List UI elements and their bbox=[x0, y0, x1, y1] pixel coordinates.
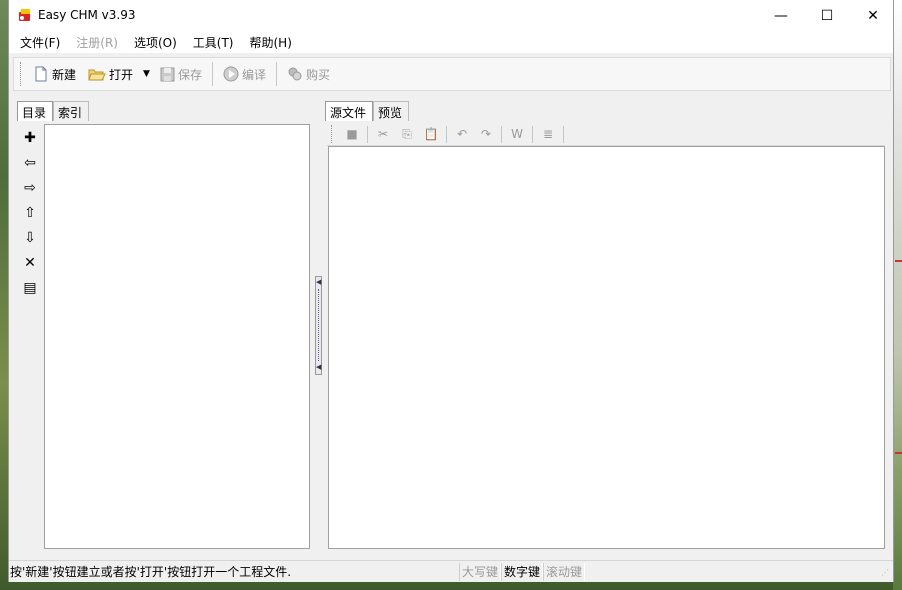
title-bar: Easy CHM v3.93 — ☐ ✕ bbox=[9, 0, 893, 31]
add-icon: ✚ bbox=[24, 129, 36, 146]
open-button[interactable]: 打开 bbox=[84, 61, 137, 87]
collapse-right-icon[interactable]: ◀ bbox=[316, 364, 321, 371]
app-logo-icon bbox=[19, 9, 30, 21]
minimize-icon: — bbox=[774, 7, 788, 24]
toolbar-grip[interactable] bbox=[20, 62, 23, 86]
source-editor[interactable] bbox=[328, 146, 885, 549]
contents-tree[interactable] bbox=[44, 124, 310, 549]
properties-icon: ▤ bbox=[23, 279, 37, 296]
panel-splitter[interactable]: ◀ ◀ bbox=[315, 276, 322, 375]
undo-icon: ↶ bbox=[456, 127, 468, 141]
editor-toolbar-grip[interactable] bbox=[331, 125, 334, 143]
cut-icon: ✂ bbox=[377, 127, 389, 141]
editor-toolbar: ■ ✂ ⎘ 📋 ↶ ↷ W ≣ bbox=[327, 123, 885, 146]
close-button[interactable]: ✕ bbox=[850, 0, 896, 31]
close-icon: ✕ bbox=[867, 7, 879, 24]
copy-button[interactable]: ⎘ bbox=[395, 124, 419, 144]
toolbar-separator bbox=[563, 125, 564, 143]
compile-icon bbox=[223, 66, 239, 82]
arrow-up-icon: ⇧ bbox=[24, 204, 36, 221]
status-bar: 按'新建'按钮建立或者按'打开'按钮打开一个工程文件. 大写键 数字键 滚动键 … bbox=[9, 560, 893, 582]
left-tabs: 目录 索引 bbox=[17, 101, 90, 121]
format-icon: ≣ bbox=[542, 127, 554, 141]
move-up-button[interactable]: ⇧ bbox=[19, 200, 41, 225]
new-button-label: 新建 bbox=[52, 67, 77, 82]
menu-help[interactable]: 帮助(H) bbox=[245, 34, 297, 51]
delete-topic-button[interactable]: ✕ bbox=[19, 250, 41, 275]
main-toolbar: 新建 打开 ▼ 保存 编译 购买 bbox=[13, 57, 891, 91]
move-down-button[interactable]: ⇩ bbox=[19, 225, 41, 250]
redo-button[interactable]: ↷ bbox=[474, 124, 498, 144]
buy-button-label: 购买 bbox=[305, 67, 330, 82]
save-icon bbox=[160, 67, 175, 81]
desktop-background bbox=[893, 0, 902, 590]
collapse-left-icon[interactable]: ◀ bbox=[316, 279, 321, 286]
arrow-down-icon: ⇩ bbox=[24, 229, 36, 246]
format-button[interactable]: ≣ bbox=[536, 124, 560, 144]
scroll-lock-indicator: 滚动键 bbox=[543, 562, 586, 581]
save-button[interactable]: 保存 bbox=[156, 61, 206, 87]
tab-preview[interactable]: 预览 bbox=[373, 101, 410, 121]
topic-properties-button[interactable]: ▤ bbox=[19, 275, 41, 300]
move-left-button[interactable]: ⇦ bbox=[19, 150, 41, 175]
window-title: Easy CHM v3.93 bbox=[38, 8, 136, 22]
status-message: 按'新建'按钮建立或者按'打开'按钮打开一个工程文件. bbox=[10, 565, 292, 579]
arrow-right-icon: ⇨ bbox=[24, 179, 36, 196]
word-wrap-button[interactable]: W bbox=[505, 124, 529, 144]
open-folder-icon bbox=[88, 69, 106, 81]
move-right-button[interactable]: ⇨ bbox=[19, 175, 41, 200]
tab-contents[interactable]: 目录 bbox=[17, 101, 54, 121]
splitter-grip bbox=[318, 289, 319, 361]
menu-register[interactable]: 注册(R) bbox=[71, 34, 123, 51]
undo-button[interactable]: ↶ bbox=[450, 124, 474, 144]
toolbar-separator bbox=[367, 125, 368, 143]
app-window: Easy CHM v3.93 — ☐ ✕ 文件(F) 注册(R) 选项(O) 工… bbox=[8, 0, 894, 582]
cut-button[interactable]: ✂ bbox=[371, 124, 395, 144]
num-lock-indicator: 数字键 bbox=[501, 562, 544, 581]
menu-file[interactable]: 文件(F) bbox=[15, 34, 65, 51]
open-button-label: 打开 bbox=[109, 67, 134, 82]
right-tabs: 源文件 预览 bbox=[325, 101, 410, 121]
maximize-icon: ☐ bbox=[820, 7, 834, 24]
redo-icon: ↷ bbox=[480, 127, 492, 141]
buy-button[interactable]: 购买 bbox=[283, 61, 334, 87]
compile-button-label: 编译 bbox=[241, 67, 266, 82]
menu-bar: 文件(F) 注册(R) 选项(O) 工具(T) 帮助(H) bbox=[9, 31, 893, 53]
new-button[interactable]: 新建 bbox=[29, 61, 80, 87]
paste-icon: 📋 bbox=[423, 127, 439, 141]
open-dropdown-icon[interactable]: ▼ bbox=[143, 69, 150, 79]
buy-icon bbox=[288, 67, 302, 81]
stop-icon: ■ bbox=[346, 127, 358, 141]
toolbar-separator bbox=[501, 125, 502, 143]
tab-index[interactable]: 索引 bbox=[53, 101, 90, 121]
toolbar-separator bbox=[446, 125, 447, 143]
toolbar-separator bbox=[211, 62, 213, 86]
copy-icon: ⎘ bbox=[402, 126, 412, 141]
menu-tools[interactable]: 工具(T) bbox=[188, 34, 239, 51]
word-wrap-icon: W bbox=[511, 127, 523, 141]
resize-grip-icon[interactable]: ⋰ bbox=[881, 569, 891, 580]
toolbar-separator bbox=[275, 62, 277, 86]
arrow-left-icon: ⇦ bbox=[24, 154, 36, 171]
compile-button[interactable]: 编译 bbox=[219, 61, 270, 87]
menu-options[interactable]: 选项(O) bbox=[129, 34, 182, 51]
add-topic-button[interactable]: ✚ bbox=[19, 125, 41, 150]
tree-toolbar: ✚ ⇦ ⇨ ⇧ ⇩ ✕ ▤ bbox=[19, 125, 41, 300]
tab-source[interactable]: 源文件 bbox=[325, 101, 374, 121]
delete-icon: ✕ bbox=[24, 254, 36, 271]
save-button-label: 保存 bbox=[177, 67, 202, 82]
stop-button[interactable]: ■ bbox=[340, 124, 364, 144]
minimize-button[interactable]: — bbox=[758, 0, 804, 31]
maximize-button[interactable]: ☐ bbox=[804, 0, 850, 31]
new-file-icon bbox=[35, 66, 47, 82]
caps-lock-indicator: 大写键 bbox=[459, 562, 502, 581]
desktop-decoration bbox=[895, 452, 902, 454]
desktop-decoration bbox=[895, 260, 902, 262]
toolbar-separator bbox=[532, 125, 533, 143]
paste-button[interactable]: 📋 bbox=[419, 124, 443, 144]
